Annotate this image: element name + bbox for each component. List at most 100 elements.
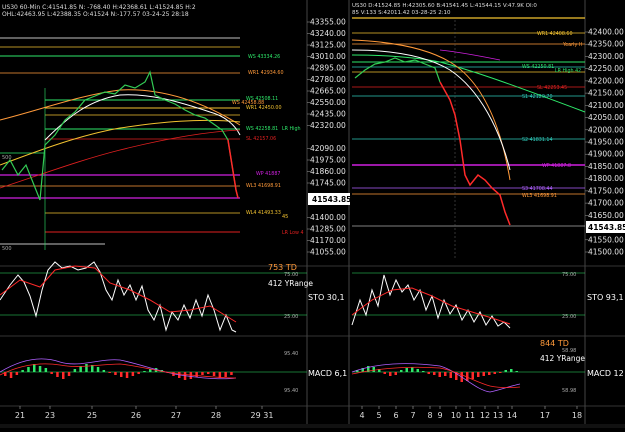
left-small-label: 500	[2, 246, 12, 252]
macd-bar	[449, 372, 452, 378]
time-tick-label: 27	[171, 411, 181, 420]
level-label: WL4 41493.33	[246, 210, 281, 216]
macd-bar	[125, 372, 129, 378]
macd-bar	[416, 369, 419, 372]
time-tick-label: 17	[540, 411, 550, 420]
price-tick-label: 41750.00	[588, 186, 624, 195]
price-tick-label: 42320.00	[310, 121, 346, 130]
macd-bar	[405, 368, 408, 372]
macd-bar	[438, 372, 441, 377]
price-tick-label: 43240.00	[310, 29, 346, 38]
left-stoch-axis-75: 75.00	[284, 272, 298, 278]
left-stoch-axis-25: 25.00	[284, 314, 298, 320]
macd-bar	[411, 367, 414, 372]
macd-bar	[477, 372, 480, 377]
macd-bar	[67, 372, 71, 376]
price-tick-label: 42350.00	[588, 40, 624, 49]
left-yrange-label: 412 YRange	[268, 279, 313, 288]
time-tick-label: 12	[480, 411, 490, 420]
time-tick-label: 4	[359, 411, 364, 420]
macd-bar	[224, 372, 227, 377]
right-stoch-axis-25: 25.00	[562, 314, 576, 320]
time-tick-label: 26	[131, 411, 141, 420]
left-sto-label: STO 30,1	[308, 293, 345, 302]
price-tick-label: 42300.00	[588, 52, 624, 61]
right-macd-axis-bottom: 58.98	[562, 388, 576, 394]
macd-bar	[389, 372, 392, 376]
macd-bar	[21, 370, 24, 372]
level-label: WR1 42408.60	[537, 31, 573, 37]
macd-bar	[400, 370, 403, 372]
right-header-line2: 85 V:133 S:42011.42 03-28-25 2:10	[352, 10, 451, 16]
macd-bar	[96, 367, 100, 372]
price-tick-label: 43355.00	[310, 18, 346, 27]
macd-bar	[195, 372, 198, 377]
right-yrange-label: 412 YRange	[540, 354, 585, 363]
level-label: LR High	[282, 126, 301, 132]
price-tick-label: 42665.00	[310, 87, 346, 96]
time-tick-label: 25	[87, 411, 97, 420]
time-tick-label: 28	[211, 411, 221, 420]
macd-bar	[33, 364, 36, 372]
macd-bar	[44, 368, 48, 372]
time-tick-label: 14	[507, 411, 517, 420]
price-tick-label: 41055.00	[310, 248, 346, 257]
price-tick-label: 43125.00	[310, 41, 346, 50]
macd-bar	[114, 372, 117, 375]
price-tick-label: 42550.00	[310, 98, 346, 107]
price-tick-label: 43010.00	[310, 52, 346, 61]
macd-bar	[383, 372, 386, 374]
bottom-scroll-track[interactable]	[0, 424, 625, 428]
price-tick-label: 42250.00	[588, 64, 624, 73]
level-label: WP 41887	[256, 171, 280, 177]
price-tick-label: 41900.00	[588, 150, 624, 159]
macd-bar	[230, 372, 233, 375]
price-tick-label: 41745.00	[310, 179, 346, 188]
macd-bar	[207, 372, 210, 374]
level-label: WS 42250.81	[522, 64, 554, 70]
macd-bar	[120, 372, 123, 377]
level-label: WP 41887.8	[542, 163, 571, 169]
macd-bar	[73, 369, 77, 372]
level-label: WR1 42934.60	[248, 70, 284, 76]
current-price-right: 41543.85	[588, 223, 625, 232]
right-stoch-axis-75: 75.00	[562, 272, 576, 278]
macd-bar	[444, 372, 447, 376]
level-label: WS 43334.26	[248, 54, 280, 60]
macd-bar	[62, 372, 65, 379]
macd-bar	[372, 367, 375, 372]
macd-bar	[50, 372, 53, 374]
macd-bar	[499, 372, 502, 373]
price-tick-label: 42050.00	[588, 113, 624, 122]
price-tick-label: 41860.00	[310, 167, 346, 176]
macd-bar	[433, 372, 436, 375]
time-tick-label: 29 31	[251, 411, 274, 420]
macd-bar	[515, 371, 518, 372]
price-tick-label: 41850.00	[588, 162, 624, 171]
level-label: WS 42258.81	[246, 126, 278, 132]
macd-bar	[504, 370, 507, 372]
macd-bar	[102, 370, 106, 372]
price-tick-label: 41950.00	[588, 138, 624, 147]
right-td-label: 844 TD	[540, 339, 569, 348]
time-tick-label: 7	[410, 411, 415, 420]
macd-bar	[201, 372, 204, 375]
macd-bar	[131, 372, 135, 376]
level-label: WR1 42450.00	[246, 105, 282, 111]
price-tick-label: 42200.00	[588, 76, 624, 85]
macd-bar	[56, 372, 59, 377]
level-label: Yearly H	[562, 42, 583, 48]
level-label: SL 42157.06	[246, 136, 276, 142]
macd-bar	[79, 366, 82, 372]
trading-platform-window: US30 60-Min C:41541.85 N: -768.40 H:4236…	[0, 0, 625, 428]
macd-bar	[427, 372, 430, 374]
macd-bar	[27, 367, 30, 372]
left-macd-axis-top: 95.40	[284, 351, 298, 357]
level-label: LR High 42	[555, 68, 581, 74]
time-tick-label: 21	[15, 411, 25, 420]
macd-bar	[394, 372, 397, 375]
price-tick-label: 42100.00	[588, 101, 624, 110]
price-tick-label: 42895.00	[310, 64, 346, 73]
chart-workspace: US30 60-Min C:41541.85 N: -768.40 H:4236…	[0, 0, 625, 428]
price-tick-label: 41650.00	[588, 211, 624, 220]
